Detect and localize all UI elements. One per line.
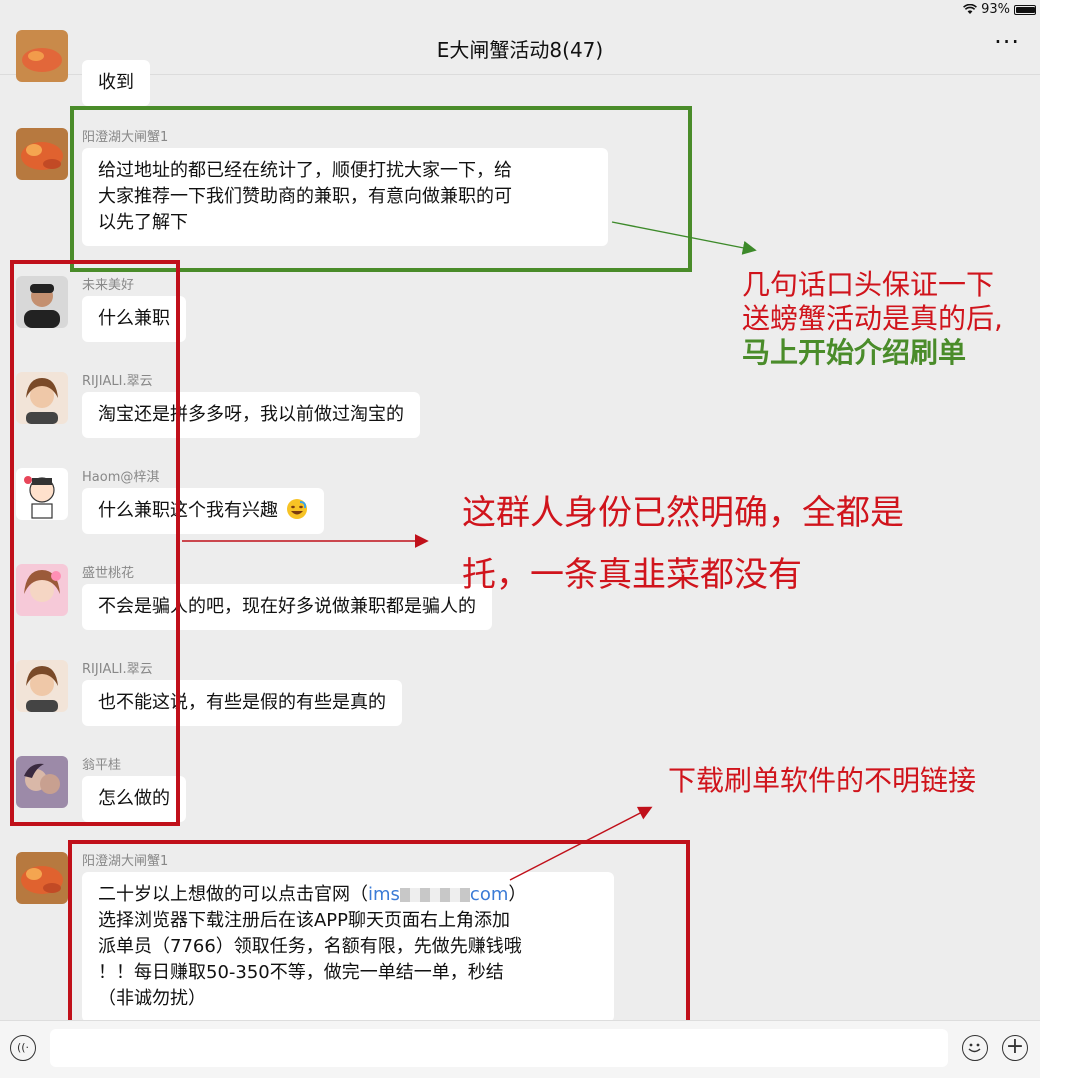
voice-icon[interactable]: ((· [10,1035,36,1061]
input-bar: ((· + [0,1020,1040,1078]
message-input[interactable] [50,1029,948,1067]
red-arrow-link [509,806,653,881]
red-annotation-link: 下载刷单软件的不明链接 [668,764,977,797]
right-margin [1040,0,1080,1078]
green-arrow [611,221,757,255]
emoji-icon[interactable] [962,1035,988,1061]
plus-icon[interactable]: + [1002,1035,1028,1061]
green-annotation: 几句话口头保证一下 送螃蟹活动是真的后, 马上开始介绍刷单 [742,268,1003,369]
chat-app: 93% ‹ E大闸蟹活动8(47) ··· 收到 [0,0,1040,1078]
red-annotation-users: 这群人身份已然明确，全都是 托，一条真韭菜都没有 [462,493,904,595]
smile-face-icon [968,1043,981,1053]
